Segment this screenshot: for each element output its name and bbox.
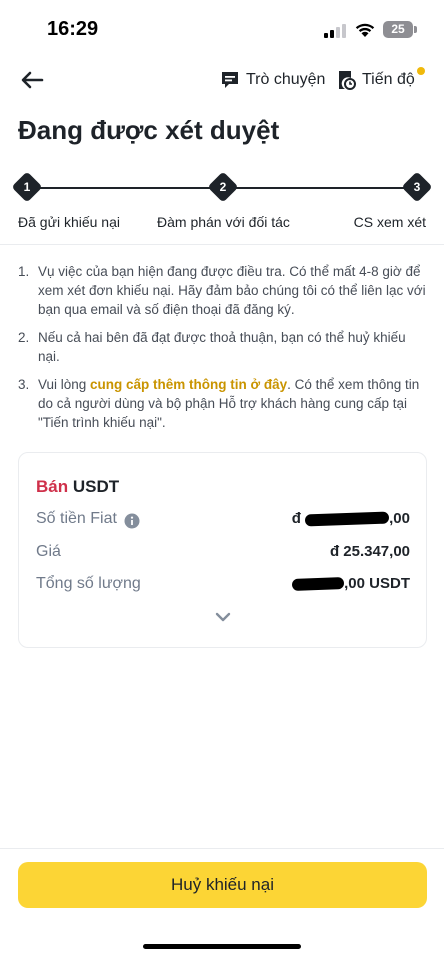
fiat-amount-row: Số tiền Fiat đ ,00 (36, 510, 410, 532)
step-number: 1 (23, 180, 31, 194)
price-label: Giá (36, 543, 61, 560)
info-icon[interactable] (124, 513, 140, 529)
step-connector (36, 187, 212, 189)
chat-button[interactable]: Trò chuyện (220, 67, 325, 93)
redaction-mark (304, 511, 390, 527)
order-title: Bán USDT (36, 477, 119, 497)
fiat-amount-suffix: ,00 (389, 510, 410, 527)
note-item: 3. Vui lòng cung cấp thêm thông tin ở đâ… (18, 375, 430, 432)
step-2-marker: 2 (207, 171, 239, 203)
step-3-marker: 3 (401, 171, 433, 203)
note-number: 3. (18, 377, 30, 392)
order-summary-card: Bán USDT Số tiền Fiat đ ,00 Giá đ 25.347… (18, 452, 427, 648)
wifi-icon (355, 23, 375, 37)
note-text: Vụ việc của bạn hiện đang được điều tra.… (38, 264, 426, 317)
cancel-appeal-button[interactable]: Huỷ khiếu nại (18, 862, 427, 908)
notes-list: 1. Vụ việc của bạn hiện đang được điều t… (18, 262, 430, 441)
section-divider (0, 244, 444, 245)
back-button[interactable] (18, 68, 46, 92)
fiat-currency: đ (291, 510, 301, 527)
provide-info-link[interactable]: cung cấp thêm thông tin ở đây (90, 377, 287, 392)
fiat-amount-label: Số tiền Fiat (36, 510, 117, 527)
chat-icon (222, 72, 238, 88)
step-3-label: CS xem xét (353, 214, 426, 230)
bottom-divider (0, 848, 444, 849)
status-time: 16:29 (47, 18, 99, 40)
battery-indicator: 25 (383, 21, 413, 38)
page-title: Đang được xét duyệt (18, 115, 280, 145)
note-number: 1. (18, 264, 30, 279)
order-side: Bán (36, 477, 69, 496)
chat-label: Trò chuyện (246, 71, 326, 88)
battery-cap (414, 26, 417, 33)
total-quantity-row: Tổng số lượng ,00 USDT (36, 575, 410, 597)
step-number: 3 (413, 180, 421, 194)
price-value: đ 25.347,00 (329, 543, 410, 560)
price-row: Giá đ 25.347,00 (36, 543, 410, 565)
note-text: Vui lòng cung cấp thêm thông tin ở đây. … (38, 375, 430, 432)
note-item: 1. Vụ việc của bạn hiện đang được điều t… (18, 262, 430, 319)
fiat-amount-value: đ ,00 (292, 510, 410, 527)
step-connector (232, 187, 408, 189)
progress-stepper: 1 2 3 Đã gửi khiếu nại Đàm phán với đối … (0, 171, 444, 236)
chevron-down-icon[interactable] (215, 611, 231, 623)
step-1-marker: 1 (11, 171, 43, 203)
note-number: 2. (18, 330, 30, 345)
step-number: 2 (219, 180, 227, 194)
note-text: Nếu cả hai bên đã đạt được thoả thuận, b… (38, 330, 406, 364)
redaction-mark (291, 577, 345, 591)
status-bar: 16:29 25 (0, 0, 444, 60)
step-1-label: Đã gửi khiếu nại (18, 214, 120, 230)
total-quantity-label: Tổng số lượng (36, 575, 141, 592)
notification-dot (417, 67, 425, 75)
progress-label: Tiến độ (362, 71, 415, 88)
note-item: 2. Nếu cả hai bên đã đạt được thoả thuận… (18, 328, 430, 366)
note-text-before: Vui lòng (38, 377, 91, 392)
total-quantity-value: ,00 USDT (291, 575, 410, 592)
step-2-label: Đàm phán với đối tác (157, 214, 290, 230)
quantity-suffix: ,00 USDT (344, 575, 410, 592)
order-asset: USDT (72, 477, 120, 496)
progress-document-icon (339, 71, 356, 90)
arrow-left-icon (21, 71, 44, 89)
cellular-signal-icon (324, 24, 346, 38)
top-nav: Trò chuyện Tiến độ (0, 60, 444, 100)
home-indicator (143, 944, 301, 949)
progress-button[interactable]: Tiến độ (338, 67, 415, 93)
